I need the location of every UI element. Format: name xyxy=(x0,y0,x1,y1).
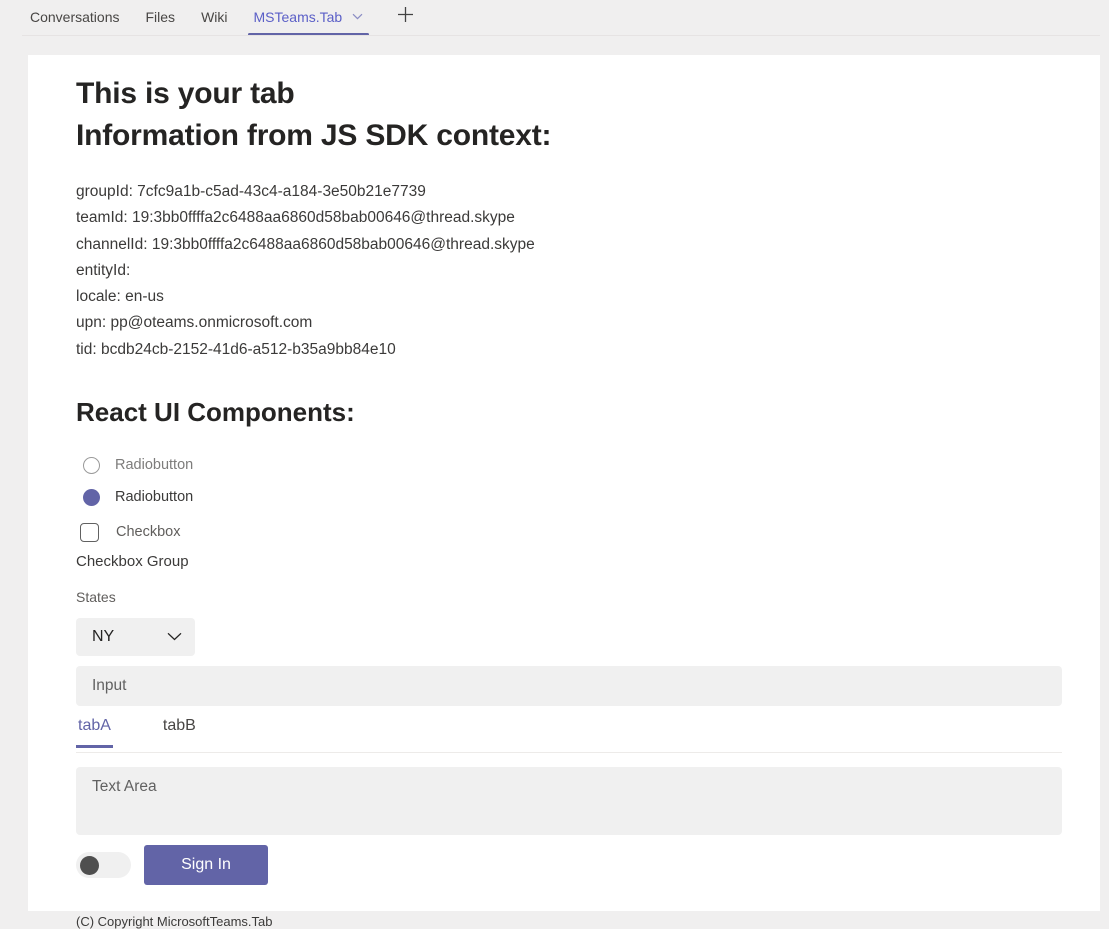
page-subtitle: Information from JS SDK context: xyxy=(76,119,552,152)
sidebar-item-wiki[interactable]: Wiki xyxy=(191,0,237,36)
context-line-entityid: entityId: xyxy=(76,261,131,279)
bottom-controls: Sign In xyxy=(76,845,1100,886)
context-line-tid: tid: bcdb24cb-2152-41d6-a512-b35a9bb84e1… xyxy=(76,340,396,358)
context-line-teamid: teamId: 19:3bb0ffffa2c6488aa6860d58bab00… xyxy=(76,209,515,227)
toggle-switch[interactable] xyxy=(76,852,131,879)
context-line-channelid: channelId: 19:3bb0ffffa2c6488aa6860d58ba… xyxy=(76,235,535,253)
text-area[interactable]: Text Area xyxy=(76,767,1062,836)
radio-unchecked-icon xyxy=(83,456,100,474)
checkbox-row[interactable]: Checkbox xyxy=(76,515,1100,549)
radio-checked-icon xyxy=(83,488,100,506)
page-title: This is your tab xyxy=(76,77,295,110)
radio-group: Radiobutton Radiobutton xyxy=(76,449,1100,513)
context-line-locale: locale: en-us xyxy=(76,288,164,306)
toggle-knob xyxy=(80,855,99,875)
radio-option-label: Radiobutton xyxy=(115,489,194,506)
copyright-text: (C) Copyright MicrosoftTeams.Tab xyxy=(76,914,273,929)
radio-option-label: Radiobutton xyxy=(115,457,194,474)
chevron-down-icon[interactable] xyxy=(352,7,363,24)
channel-tab-label: Files xyxy=(145,9,176,25)
active-mini-tab-underline xyxy=(76,745,113,749)
context-line-groupid: groupId: 7cfc9a1b-c5ad-43c4-a184-3e50b21… xyxy=(76,183,426,200)
sidebar-item-conversations[interactable]: Conversations xyxy=(20,0,130,36)
content-panel: This is your tab Information from JS SDK… xyxy=(28,55,1100,929)
chevron-down-icon xyxy=(167,628,182,646)
active-tab-underline xyxy=(247,33,370,36)
textarea-placeholder: Text Area xyxy=(92,778,157,796)
context-line-upn: upn: pp@oteams.onmicrosoft.com xyxy=(76,314,313,332)
add-tab-button[interactable] xyxy=(389,0,422,35)
context-info-block: groupId: 7cfc9a1b-c5ad-43c4-a184-3e50b21… xyxy=(76,179,1100,363)
states-dropdown[interactable]: NY xyxy=(76,618,195,657)
text-input[interactable]: Input xyxy=(76,666,1062,707)
mini-tab-bar: tabA tabB xyxy=(76,715,1062,754)
tab-taba[interactable]: tabA xyxy=(76,715,113,749)
sidebar-item-msteams-tab[interactable]: MSTeams.Tab xyxy=(244,0,374,36)
sign-in-button[interactable]: Sign In xyxy=(144,845,268,886)
channel-tab-label: MSTeams.Tab xyxy=(253,9,343,25)
channel-tab-strip: Conversations Files Wiki MSTeams.Tab xyxy=(0,0,1109,36)
states-selected-value: NY xyxy=(92,628,115,646)
checkbox-group-label: Checkbox Group xyxy=(76,553,189,571)
tab-tabb[interactable]: tabB xyxy=(161,715,198,748)
channel-tab-label: Wiki xyxy=(201,9,228,25)
sidebar-item-files[interactable]: Files xyxy=(136,0,186,36)
react-components-heading: React UI Components: xyxy=(76,397,355,428)
mini-tab-label: tabB xyxy=(162,717,196,735)
channel-tab-label: Conversations xyxy=(30,9,120,25)
checkbox-label: Checkbox xyxy=(116,524,181,541)
checkbox-unchecked-icon xyxy=(80,522,99,542)
states-label: States xyxy=(76,589,116,606)
radio-option-2[interactable]: Radiobutton xyxy=(76,481,1100,513)
radio-option-1[interactable]: Radiobutton xyxy=(76,449,1100,481)
input-placeholder: Input xyxy=(92,677,127,695)
mini-tab-label: tabA xyxy=(78,717,111,735)
